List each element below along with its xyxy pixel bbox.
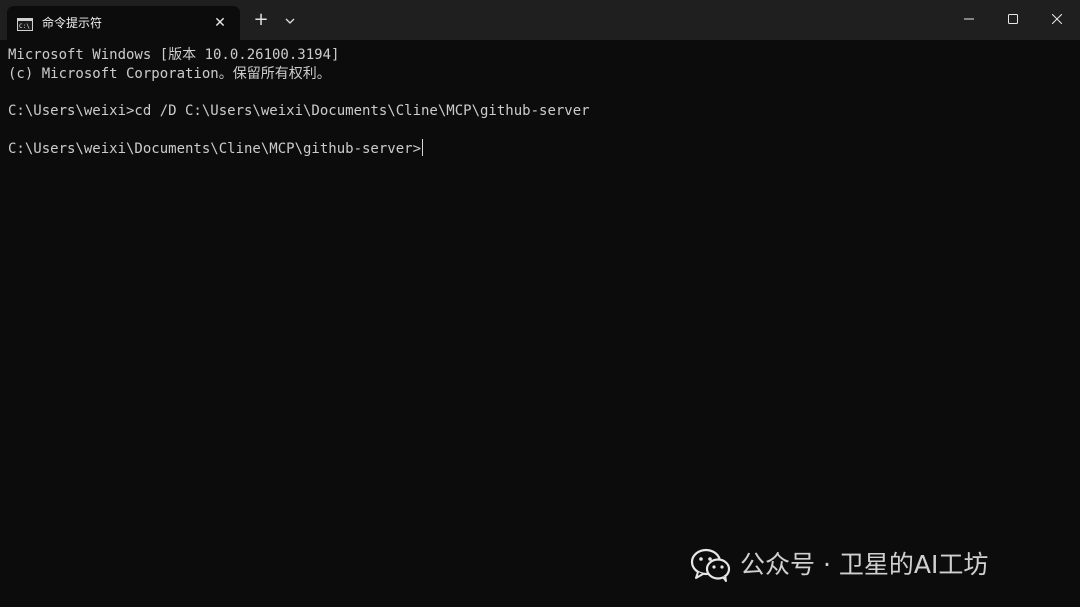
close-icon [1052,14,1062,24]
watermark: 公众号 · 卫星的AI工坊 [690,545,988,585]
maximize-button[interactable] [990,0,1036,38]
terminal-window: C:\ 命令提示符 ✕ + Microsoft Windows [版本 10.0… [0,0,1080,607]
terminal-output[interactable]: Microsoft Windows [版本 10.0.26100.3194] (… [0,40,1080,607]
wechat-icon [690,548,731,582]
cmd-terminal-icon: C:\ [17,16,33,31]
title-bar: C:\ 命令提示符 ✕ + [0,0,1080,40]
copyright-line: (c) Microsoft Corporation。保留所有权利。 [8,66,331,82]
close-button[interactable] [1034,0,1080,38]
minimize-icon [964,18,974,20]
tab-dropdown-button[interactable] [279,10,301,32]
tab-title: 命令提示符 [42,16,103,30]
minimize-button[interactable] [946,0,992,38]
prompt-line[interactable]: C:\Users\weixi\Documents\Cline\MCP\githu… [8,139,424,158]
watermark-text: 公众号 · 卫星的AI工坊 [740,550,989,579]
maximize-icon [1008,14,1018,24]
prompt-text: C:\Users\weixi\Documents\Cline\MCP\githu… [8,141,422,157]
svg-text:C:\: C:\ [19,23,30,30]
chevron-down-icon [285,18,295,24]
text-cursor [422,139,424,156]
new-tab-button[interactable]: + [249,9,273,33]
command-line: C:\Users\weixi>cd /D C:\Users\weixi\Docu… [8,103,590,119]
tab-command-prompt[interactable]: C:\ 命令提示符 ✕ [7,6,240,40]
version-line: Microsoft Windows [版本 10.0.26100.3194] [8,47,340,63]
tab-close-button[interactable]: ✕ [210,13,230,33]
